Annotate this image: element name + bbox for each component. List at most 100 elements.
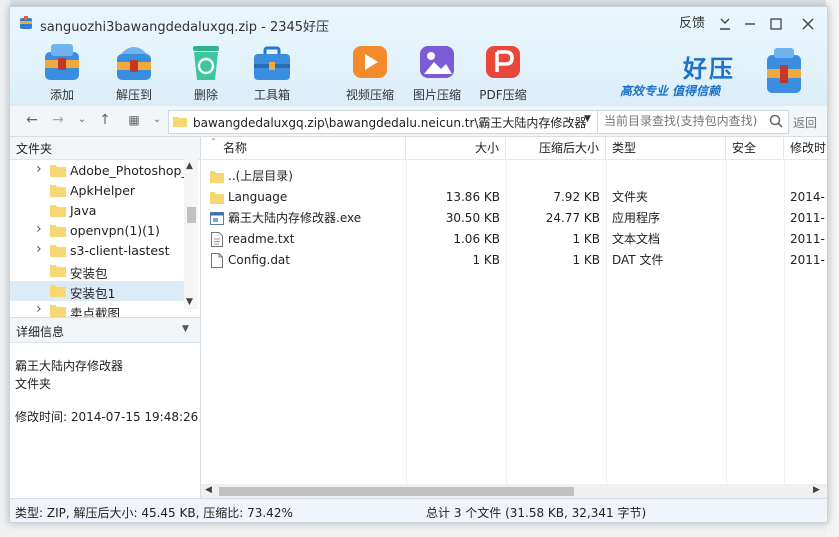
- pdf-compress-icon: [486, 46, 520, 78]
- file-type: 应用程序: [612, 211, 661, 225]
- folder-icon: [50, 165, 66, 177]
- view-dropdown-icon[interactable]: ⌄: [147, 110, 167, 130]
- left-panel: 文件夹 › Adobe_Photoshop_ ApkHelper Java › openv…: [10, 137, 201, 498]
- folder-icon: [50, 285, 66, 297]
- title-toolbar-area: sanguozhi3bawangdedaluxgq.zip - 2345好压 反…: [10, 7, 827, 106]
- column-name[interactable]: 名称: [201, 137, 406, 159]
- path-text: bawangdedaluxgq.zip\bawangdedalu.neicun.…: [193, 116, 587, 130]
- tree-item[interactable]: Java: [10, 201, 184, 221]
- file-row[interactable]: readme.txt 1.06 KB 1 KB 文本文档 2011-: [201, 229, 827, 250]
- archive-window: sanguozhi3bawangdedaluxgq.zip - 2345好压 反…: [9, 6, 828, 523]
- file-compressed-size: [506, 166, 600, 187]
- tree-item[interactable]: › Adobe_Photoshop_: [10, 161, 188, 181]
- return-button[interactable]: 返回: [793, 114, 817, 131]
- pdf-compress-button[interactable]: PDF压缩: [473, 40, 533, 103]
- close-button[interactable]: [798, 14, 818, 34]
- delete-button[interactable]: 删除: [176, 40, 236, 103]
- file-compressed-size: 24.77 KB: [545, 211, 600, 225]
- toolbox-label: 工具箱: [253, 88, 290, 102]
- toolbox-icon: [254, 46, 290, 80]
- brand-banner: 好压 高效专业 值得信赖: [618, 47, 818, 102]
- window-title: sanguozhi3bawangdedaluxgq.zip - 2345好压: [40, 20, 330, 35]
- extract-to-button[interactable]: 解压到: [104, 40, 164, 103]
- brand-logo-icon: [767, 48, 801, 93]
- search-field[interactable]: [597, 110, 789, 134]
- extract-icon: [117, 47, 151, 80]
- scroll-down-icon[interactable]: ▼: [186, 297, 193, 307]
- tree-item[interactable]: › s3-client-lastest: [10, 241, 184, 261]
- column-size[interactable]: 大小: [406, 137, 506, 159]
- scroll-up-icon[interactable]: ▲: [186, 161, 193, 171]
- image-compress-button[interactable]: 图片压缩: [407, 40, 467, 103]
- image-compress-icon: [420, 46, 454, 78]
- expand-arrow-icon[interactable]: ›: [36, 221, 42, 237]
- scroll-thumb[interactable]: [187, 207, 196, 223]
- expand-arrow-icon[interactable]: ›: [36, 301, 42, 317]
- folder-icon: [50, 205, 66, 217]
- column-type[interactable]: 类型: [606, 137, 726, 159]
- file-modified: 2014-: [790, 190, 825, 204]
- column-security[interactable]: 安全: [726, 137, 784, 159]
- tree-item[interactable]: › openvpn(1)(1): [10, 221, 184, 241]
- search-input[interactable]: [598, 111, 764, 131]
- back-arrow-icon[interactable]: ←: [22, 110, 42, 130]
- maximize-button[interactable]: [766, 14, 786, 34]
- up-folder-icon[interactable]: ↑: [95, 110, 115, 130]
- path-field[interactable]: bawangdedaluxgq.zip\bawangdedalu.neicun.…: [168, 110, 600, 134]
- folder-icon: [50, 305, 66, 317]
- app-logo-icon: [20, 16, 32, 29]
- skin-icon[interactable]: [715, 14, 735, 34]
- horizontal-scroll-thumb[interactable]: [219, 487, 574, 496]
- forward-arrow-icon[interactable]: →: [48, 110, 68, 130]
- brand-name: 好压: [683, 55, 735, 83]
- scroll-left-icon[interactable]: ◀: [205, 485, 212, 495]
- video-compress-label: 视频压缩: [345, 88, 394, 102]
- toolbox-button[interactable]: 工具箱: [242, 40, 302, 103]
- path-dropdown-icon[interactable]: ▼: [584, 114, 591, 124]
- tree-item[interactable]: 安装包: [10, 261, 184, 281]
- column-header-row: ⌃ 名称 大小 压缩后大小 类型 安全 修改时: [201, 137, 827, 160]
- collapse-arrow-icon[interactable]: ▼: [182, 324, 189, 334]
- add-button[interactable]: 添加: [32, 40, 92, 103]
- file-name: Config.dat: [228, 253, 290, 267]
- status-bar: 类型: ZIP, 解压后大小: 45.45 KB, 压缩比: 73.42% 总计…: [10, 498, 827, 522]
- details-item-name: 霸王大陆内存修改器: [15, 359, 124, 373]
- tree-scrollbar[interactable]: ▲ ▼: [184, 159, 198, 309]
- view-mode-icon[interactable]: ▦: [124, 110, 144, 130]
- video-compress-button[interactable]: 视频压缩: [340, 40, 400, 103]
- file-type: DAT 文件: [612, 253, 664, 267]
- folder-icon: [210, 171, 224, 183]
- folder-tree-title: 文件夹: [16, 142, 53, 156]
- tree-item-label: openvpn(1)(1): [70, 223, 160, 238]
- column-modified[interactable]: 修改时: [784, 137, 827, 159]
- file-modified: 2011-: [790, 253, 825, 267]
- file-size: 1.06 KB: [453, 232, 500, 246]
- file-row[interactable]: 霸王大陆内存修改器.exe 30.50 KB 24.77 KB 应用程序 2011-: [201, 208, 827, 229]
- address-bar-row: ← → ⌄ ↑ ▦ ⌄ bawangdedaluxgq.zip\bawangde…: [10, 106, 827, 137]
- minimize-button[interactable]: [740, 14, 760, 34]
- column-compressed-size[interactable]: 压缩后大小: [506, 137, 606, 159]
- history-dropdown-icon[interactable]: ⌄: [72, 110, 92, 130]
- file-name: ..(上层目录): [228, 169, 293, 183]
- tree-item[interactable]: ApkHelper: [10, 181, 184, 201]
- brand-slogan: 高效专业 值得信赖: [620, 84, 721, 98]
- file-row[interactable]: ..(上层目录): [201, 166, 827, 187]
- file-row[interactable]: Config.dat 1 KB 1 KB DAT 文件 2011-: [201, 250, 827, 271]
- expand-arrow-icon[interactable]: ›: [36, 241, 42, 257]
- details-item-kind: 文件夹: [15, 377, 52, 391]
- tree-item-label: 安装包: [70, 266, 108, 281]
- horizontal-scrollbar[interactable]: ◀ ▶: [201, 484, 827, 498]
- file-row[interactable]: Language 13.86 KB 7.92 KB 文件夹 2014-: [201, 187, 827, 208]
- feedback-link[interactable]: 反馈: [679, 14, 705, 34]
- tree-item[interactable]: 安装包1: [10, 281, 184, 301]
- expand-arrow-icon[interactable]: ›: [36, 161, 42, 177]
- details-modified-time: 修改时间: 2014-07-15 19:48:26: [15, 410, 199, 424]
- image-compress-label: 图片压缩: [412, 88, 461, 102]
- scroll-right-icon[interactable]: ▶: [813, 485, 820, 495]
- search-icon[interactable]: [768, 113, 784, 129]
- file-compressed-size: 7.92 KB: [553, 190, 600, 204]
- details-header[interactable]: 详细信息 ▼: [10, 317, 200, 343]
- extract-label: 解压到: [115, 88, 152, 102]
- file-compressed-size: 1 KB: [572, 253, 600, 267]
- text-file-icon: [211, 232, 223, 247]
